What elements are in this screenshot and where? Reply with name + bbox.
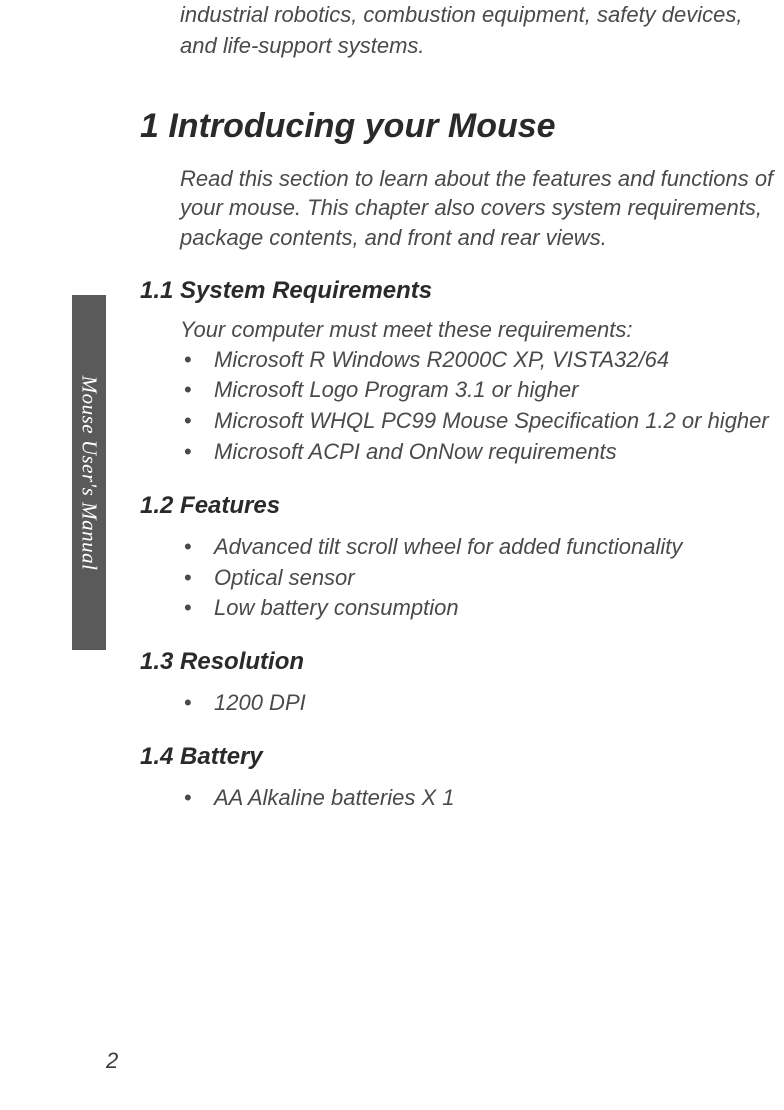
list-item: Low battery consumption <box>180 593 774 624</box>
list-item: Advanced tilt scroll wheel for added fun… <box>180 532 774 563</box>
list-item: Microsoft R Windows R2000C XP, VISTA32/6… <box>180 345 774 376</box>
list-item: 1200 DPI <box>180 688 774 719</box>
list-item: Optical sensor <box>180 563 774 594</box>
page-number: 2 <box>106 1048 118 1074</box>
sysreq-intro: Your computer must meet these requiremen… <box>140 317 774 343</box>
resolution-list: 1200 DPI <box>140 688 774 719</box>
heading-features: 1.2 Features <box>140 492 774 520</box>
page-content: industrial robotics, combustion equipmen… <box>0 0 784 814</box>
list-item: AA Alkaline batteries X 1 <box>180 783 774 814</box>
list-item: Microsoft ACPI and OnNow requirements <box>180 437 774 468</box>
intro-fragment: industrial robotics, combustion equipmen… <box>140 0 774 62</box>
features-list: Advanced tilt scroll wheel for added fun… <box>140 532 774 624</box>
heading-1: 1 Introducing your Mouse <box>140 107 774 146</box>
heading-resolution: 1.3 Resolution <box>140 648 774 676</box>
intro-paragraph: Read this section to learn about the fea… <box>140 164 774 253</box>
battery-list: AA Alkaline batteries X 1 <box>140 783 774 814</box>
list-item: Microsoft WHQL PC99 Mouse Specification … <box>180 406 774 437</box>
list-item: Microsoft Logo Program 3.1 or higher <box>180 375 774 406</box>
sysreq-list: Microsoft R Windows R2000C XP, VISTA32/6… <box>140 345 774 468</box>
side-tab-label: Mouse User's Manual <box>77 375 102 570</box>
heading-battery: 1.4 Battery <box>140 743 774 771</box>
side-tab: Mouse User's Manual <box>72 295 106 650</box>
heading-system-requirements: 1.1 System Requirements <box>140 277 774 305</box>
